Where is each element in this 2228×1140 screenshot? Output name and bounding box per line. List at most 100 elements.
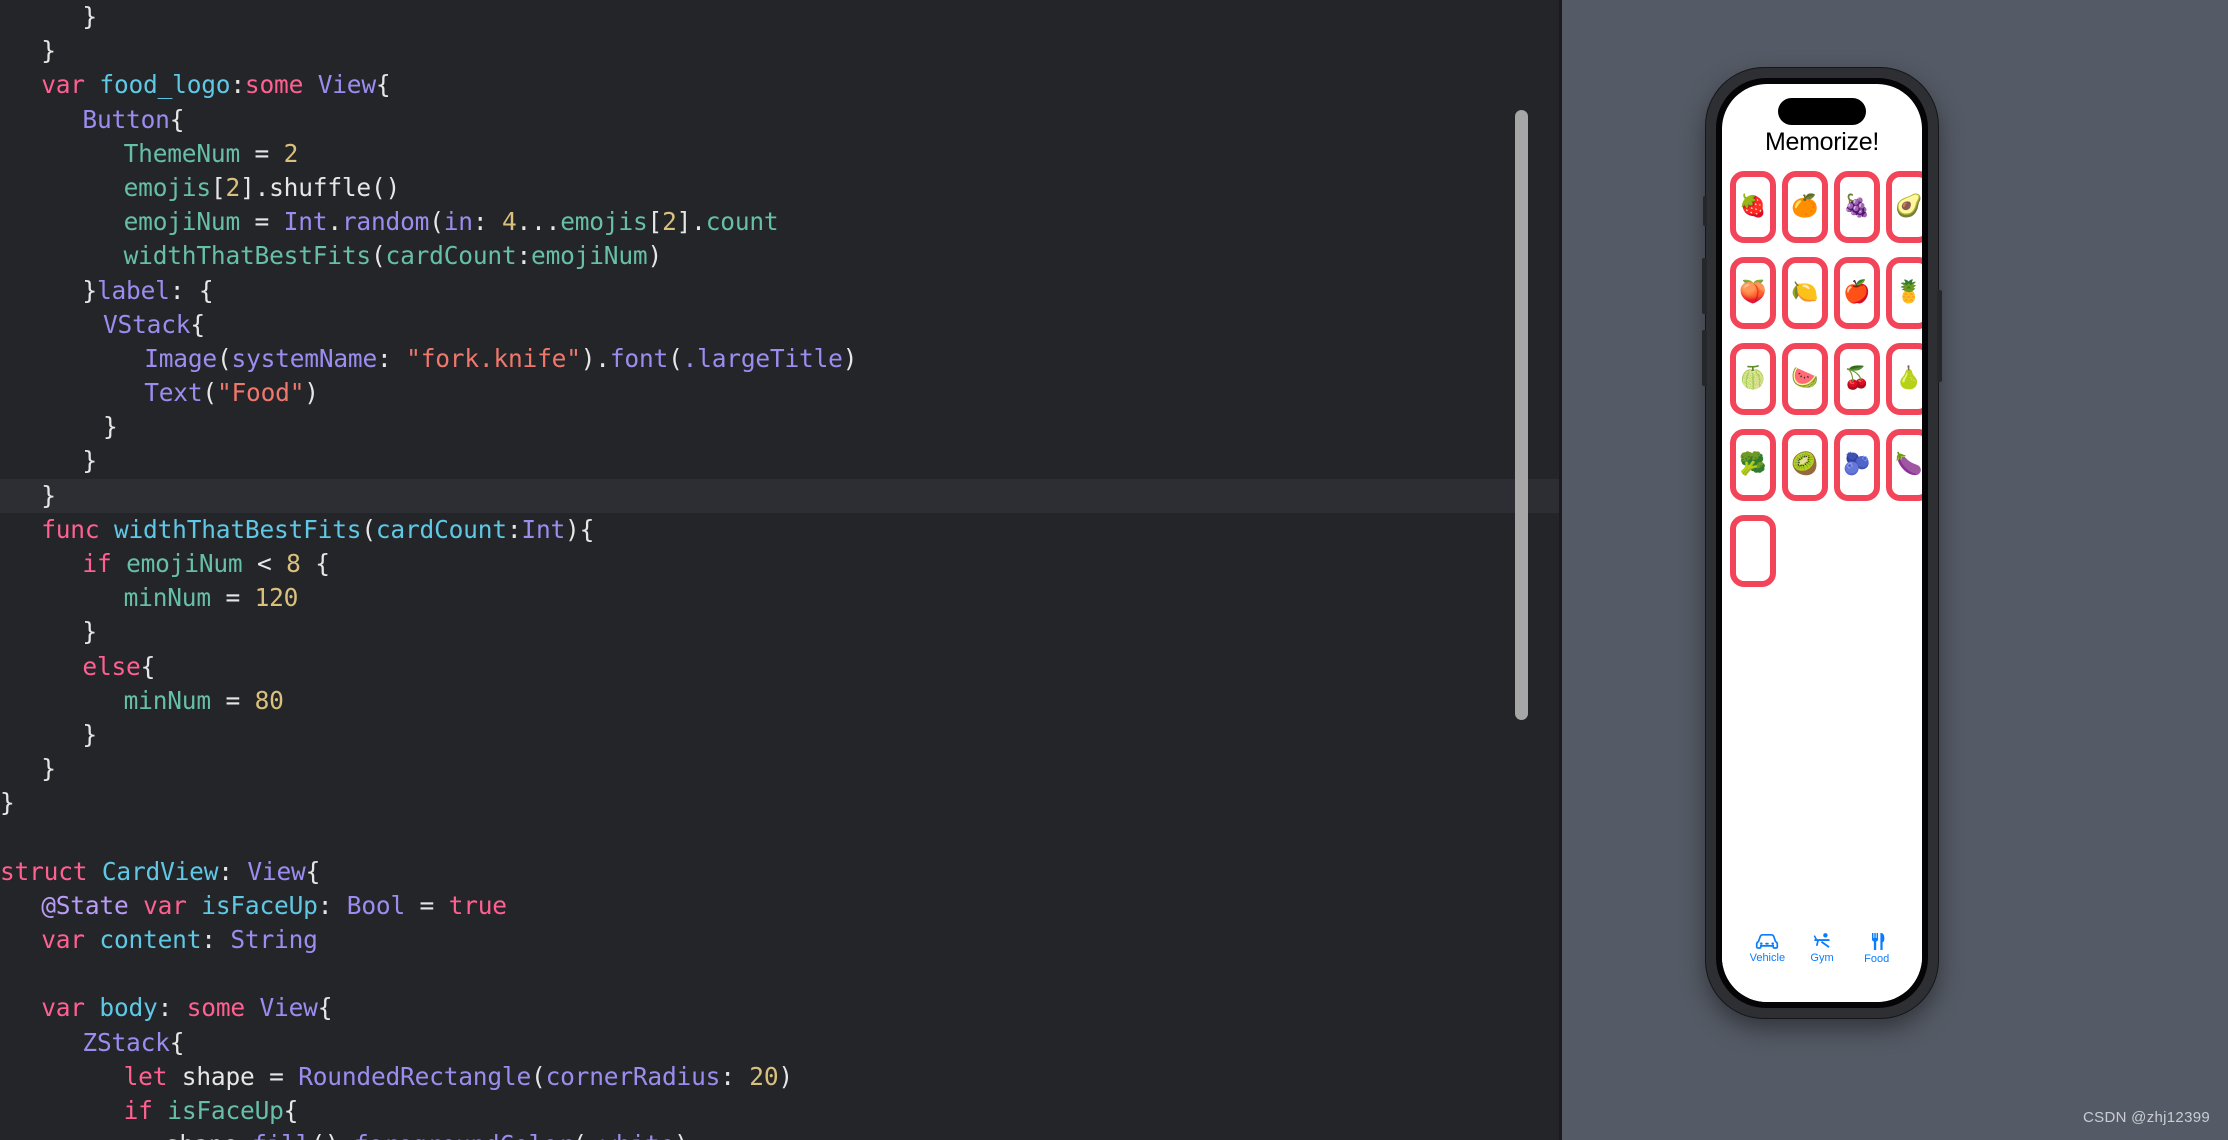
code-line[interactable] [0,821,1562,855]
tab-gym[interactable]: Gym [1795,932,1850,964]
memory-card[interactable]: 🥑 [1886,171,1922,243]
code-token: 4 [501,207,517,237]
code-token: } [82,719,97,749]
code-line[interactable]: if isFaceUp{ [0,1094,1562,1128]
memory-card[interactable]: 🍑 [1730,257,1776,329]
tab-vehicle-label: Vehicle [1749,952,1786,964]
code-token: Int [521,514,566,544]
code-token: ). [580,343,610,373]
tab-vehicle[interactable]: Vehicle [1740,932,1795,964]
code-token: = [240,138,284,168]
memory-card[interactable]: 🍍 [1886,257,1922,329]
tab-food[interactable]: Food [1849,932,1904,965]
memory-card[interactable]: 🍐 [1886,343,1922,415]
memory-card[interactable]: 🍆 [1886,429,1922,501]
volume-up-button[interactable] [1702,258,1707,314]
code-line[interactable] [0,957,1562,991]
code-token: View [317,70,376,100]
memory-card[interactable]: 🥦 [1730,429,1776,501]
code-line[interactable]: Image(systemName: "fork.knife").font(.la… [0,342,1562,376]
code-token: = [240,207,284,237]
code-line[interactable]: func widthThatBestFits(cardCount:Int){ [0,513,1562,547]
code-line[interactable]: @State var isFaceUp: Bool = true [0,889,1562,923]
memory-card[interactable]: 🍉 [1782,343,1828,415]
code-line[interactable]: } [0,786,1562,820]
phone-bezel: Memorize! 🍓 🍊 🍇 🥑 🍑 🍋 🍎 🍍 🍈 🍉 🍒 🍐 🥦 🥝 🫐 🍆 [1716,78,1928,1008]
code-token: true [448,890,507,920]
memory-card[interactable]: 🍊 [1782,171,1828,243]
code-token: [ [647,207,663,237]
code-line[interactable]: minNum = 80 [0,684,1562,718]
code-line[interactable]: minNum = 120 [0,581,1562,615]
code-token: emojiNum [531,241,648,271]
code-line[interactable]: var body: some View{ [0,991,1562,1025]
code-line[interactable]: ThemeNum = 2 [0,137,1562,171]
code-line[interactable]: var food_logo:some View{ [0,68,1562,102]
code-token: ( [668,343,683,373]
memory-card[interactable]: 🍈 [1730,343,1776,415]
code-token: { [375,70,391,100]
code-line[interactable]: ZStack{ [0,1026,1562,1060]
code-line[interactable]: let shape = RoundedRectangle(cornerRadiu… [0,1060,1562,1094]
code-line[interactable]: VStack{ [0,308,1562,342]
code-line[interactable]: emojiNum = Int.random(in: 4...emojis[2].… [0,205,1562,239]
code-token: emojis [123,172,212,202]
code-token: : [516,241,532,271]
code-line[interactable]: } [0,34,1562,68]
code-line[interactable]: }label: { [0,274,1562,308]
editor-scrollbar-thumb[interactable] [1515,110,1528,720]
code-line[interactable]: } [0,410,1562,444]
code-token: { [283,1096,299,1125]
code-token: 2 [662,207,677,237]
code-line[interactable]: if emojiNum < 8 { [0,547,1562,581]
editor-scrollbar-track[interactable] [1515,0,1546,1140]
code-token: } [82,275,97,305]
code-line[interactable]: } [0,752,1562,786]
code-line[interactable]: var content: String [0,923,1562,957]
code-line[interactable]: emojis[2].shuffle() [0,171,1562,205]
memory-card[interactable]: 🍇 [1834,171,1880,243]
memory-card[interactable]: 🍒 [1834,343,1880,415]
code-token: { [140,651,156,681]
phone-screen[interactable]: Memorize! 🍓 🍊 🍇 🥑 🍑 🍋 🍎 🍍 🍈 🍉 🍒 🍐 🥦 🥝 🫐 🍆 [1722,84,1922,1002]
code-token: : [230,70,245,100]
volume-down-button[interactable] [1702,330,1707,386]
code-token: < [242,549,287,578]
figure-gymnastics-icon [1809,932,1835,950]
code-line[interactable]: widthThatBestFits(cardCount:emojiNum) [0,239,1562,273]
memory-card[interactable]: 🍓 [1730,171,1776,243]
memory-card-grid[interactable]: 🍓 🍊 🍇 🥑 🍑 🍋 🍎 🍍 🍈 🍉 🍒 🍐 🥦 🥝 🫐 🍆 [1722,171,1922,587]
power-button[interactable] [1937,290,1942,382]
code-token: in [443,207,473,237]
code-line[interactable]: struct CardView: View{ [0,855,1562,889]
code-line[interactable]: } [0,718,1562,752]
code-token: } [82,2,97,31]
code-token: font [609,343,669,373]
tab-bar[interactable]: Vehicle Gym Food [1722,924,1922,1002]
memory-card[interactable]: 🥝 [1782,429,1828,501]
code-text-area[interactable]: }} var food_logo:some View{Button{ThemeNu… [0,0,1562,1140]
code-line[interactable]: Button{ [0,103,1562,137]
code-token: } [41,36,56,66]
code-line[interactable]: shape.fill().foregroundColor(.white) [0,1128,1562,1140]
code-line[interactable]: } [0,615,1562,649]
code-token: ) [778,1061,793,1091]
code-editor-pane[interactable]: }} var food_logo:some View{Button{ThemeNu… [0,0,1562,1140]
silent-switch-button[interactable] [1703,196,1707,226]
code-line[interactable]: Text("Food") [0,376,1562,410]
code-line[interactable]: } [0,444,1562,478]
code-token: var [41,925,85,955]
memory-card[interactable]: 🍋 [1782,257,1828,329]
code-token: var [143,890,187,920]
memory-card[interactable]: 🍎 [1834,257,1880,329]
code-line[interactable]: } [0,478,1562,513]
code-line[interactable]: } [0,0,1562,34]
memory-card-partial[interactable] [1730,515,1776,587]
memory-card[interactable]: 🫐 [1834,429,1880,501]
screen-root: }} var food_logo:some View{Button{ThemeNu… [0,0,2228,1140]
code-token: ( [531,1061,546,1091]
code-line[interactable]: else{ [0,650,1562,684]
